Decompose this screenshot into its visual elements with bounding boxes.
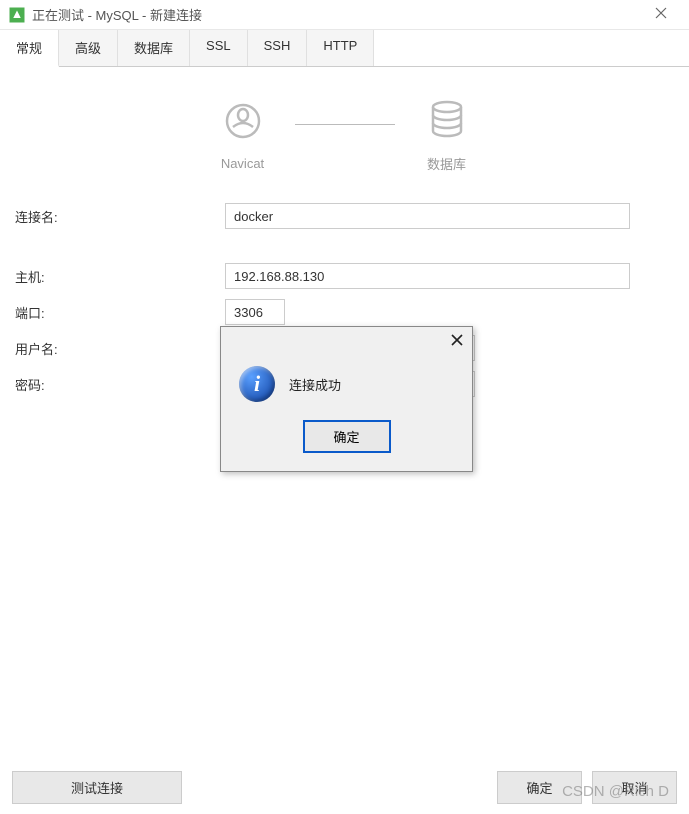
tabs: 常规 高级 数据库 SSL SSH HTTP [0,30,689,67]
dialog-ok-button[interactable]: 确定 [303,420,391,453]
password-label: 密码: [15,375,225,394]
tab-ssh[interactable]: SSH [248,30,308,66]
diagram-left: Navicat [221,99,265,171]
port-input[interactable] [225,299,285,325]
info-icon: i [239,366,275,402]
tab-general[interactable]: 常规 [0,30,59,67]
cancel-button[interactable]: 取消 [592,771,677,804]
window-close-button[interactable] [641,7,681,22]
dialog-close-button[interactable] [450,333,464,352]
diagram-right: 数据库 [425,97,469,173]
titlebar-title: 正在测试 - MySQL - 新建连接 [32,5,202,24]
diagram-left-label: Navicat [221,156,264,171]
tab-advanced[interactable]: 高级 [59,30,118,66]
navicat-icon [221,99,265,146]
host-input[interactable] [225,263,630,289]
test-connection-button[interactable]: 测试连接 [12,771,182,804]
tab-ssl[interactable]: SSL [190,30,248,66]
diagram-right-label: 数据库 [427,154,466,173]
connection-name-label: 连接名: [15,207,225,226]
connection-diagram: Navicat 数据库 [15,97,674,173]
database-icon [425,97,469,144]
app-icon [8,6,26,24]
connection-name-input[interactable] [225,203,630,229]
ok-button[interactable]: 确定 [497,771,582,804]
tab-http[interactable]: HTTP [307,30,374,66]
username-label: 用户名: [15,339,225,358]
dialog-message: 连接成功 [289,375,341,394]
tab-database[interactable]: 数据库 [118,30,190,66]
diagram-connector [295,124,395,125]
message-dialog: i 连接成功 确定 [220,326,473,472]
host-label: 主机: [15,267,225,286]
port-label: 端口: [15,303,225,322]
titlebar: 正在测试 - MySQL - 新建连接 [0,0,689,30]
footer: 测试连接 确定 取消 [0,761,689,814]
